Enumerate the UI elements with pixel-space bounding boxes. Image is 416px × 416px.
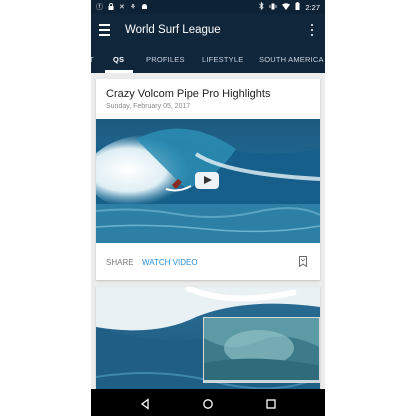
bluetooth-icon xyxy=(259,1,264,12)
surf-icon: ⚘ xyxy=(129,3,137,11)
hamburger-menu-icon[interactable] xyxy=(99,24,113,36)
video-card[interactable]: Crazy Volcom Pipe Pro Highlights Sunday,… xyxy=(96,79,320,280)
play-icon[interactable] xyxy=(195,172,219,189)
active-tab-indicator xyxy=(105,70,133,73)
recents-icon[interactable] xyxy=(265,397,277,409)
overflow-menu-icon[interactable] xyxy=(307,23,317,37)
app-bar: World Surf League xyxy=(91,14,325,46)
status-bar: ⓕ ✕ ⚘ 2:27 xyxy=(91,0,325,14)
card-title[interactable]: Crazy Volcom Pipe Pro Highlights xyxy=(106,88,270,100)
facebook-icon: ⓕ xyxy=(96,3,103,11)
vibrate-icon xyxy=(269,3,277,12)
lock-icon xyxy=(108,2,114,12)
home-icon[interactable] xyxy=(202,397,214,409)
back-icon[interactable] xyxy=(139,397,151,410)
app-title: World Surf League xyxy=(125,24,221,36)
system-nav-bar xyxy=(91,389,325,416)
video-thumbnail-2[interactable] xyxy=(96,287,320,397)
card-actions: SHARE WATCH VIDEO xyxy=(96,251,320,273)
phone-screen: ⓕ ✕ ⚘ 2:27 World Surf League T QS PROFIL… xyxy=(91,0,325,416)
tab-profiles[interactable]: PROFILES xyxy=(146,46,185,73)
tools-icon: ✕ xyxy=(119,3,125,11)
tab-bar: T QS PROFILES LIFESTYLE SOUTH AMERICA xyxy=(91,46,325,73)
video-thumbnail[interactable] xyxy=(96,119,320,243)
tab-south-america[interactable]: SOUTH AMERICA xyxy=(259,46,324,73)
status-left-icons: ⓕ ✕ ⚘ xyxy=(96,2,148,12)
status-right-icons: 2:27 xyxy=(259,1,320,12)
wifi-icon xyxy=(282,2,291,12)
bookmark-icon[interactable] xyxy=(299,256,307,268)
share-button[interactable]: SHARE xyxy=(106,258,134,267)
watch-video-button[interactable]: WATCH VIDEO xyxy=(142,258,198,267)
video-card-2[interactable] xyxy=(96,287,320,397)
status-time: 2:27 xyxy=(305,2,320,12)
tab-partial[interactable]: T xyxy=(91,46,94,73)
android-icon xyxy=(141,3,148,12)
card-date: Sunday, February 05, 2017 xyxy=(106,103,191,110)
tab-lifestyle[interactable]: LIFESTYLE xyxy=(202,46,243,73)
battery-icon xyxy=(295,2,300,12)
tab-qs[interactable]: QS xyxy=(113,46,124,73)
mini-video-player[interactable] xyxy=(203,317,320,383)
